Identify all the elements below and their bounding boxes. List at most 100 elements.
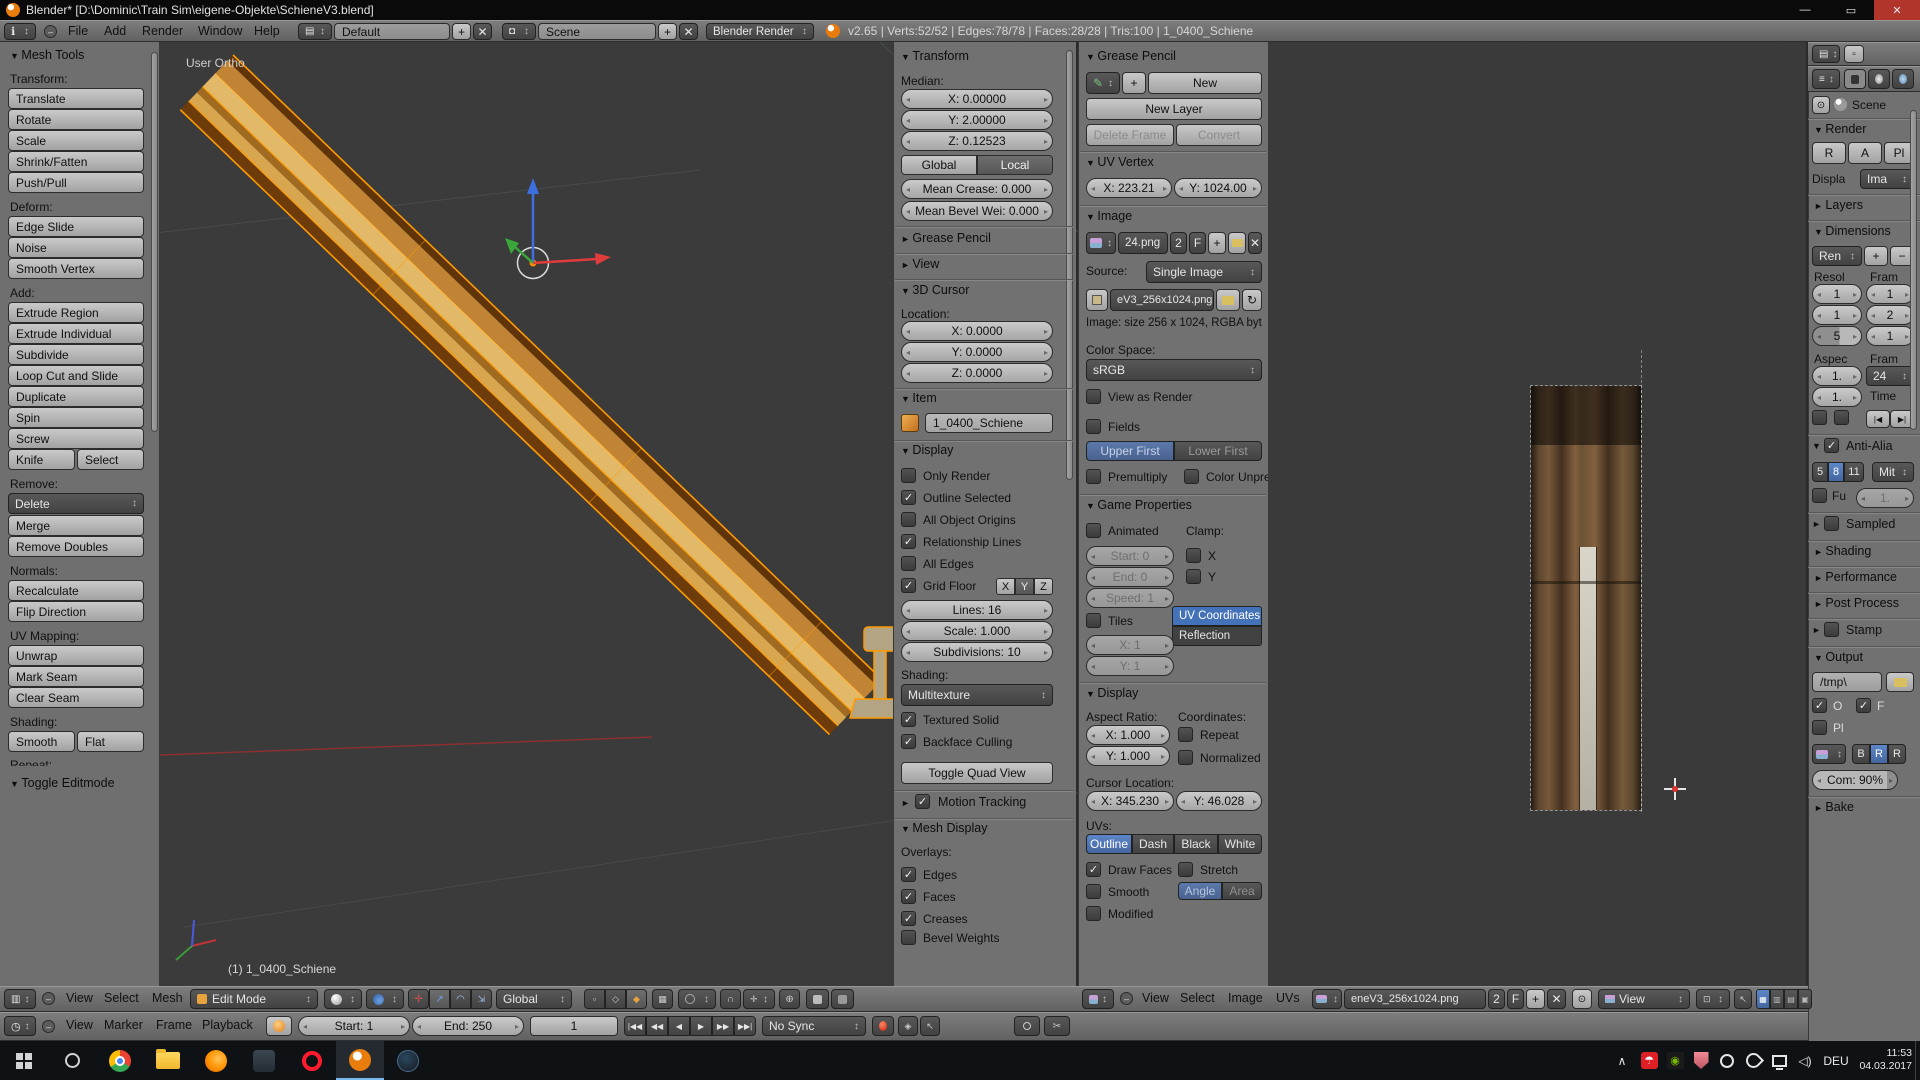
overwrite-checkbox[interactable] [1812, 698, 1827, 713]
color-rgba-toggle[interactable]: R [1888, 744, 1906, 764]
taskbar-explorer[interactable] [144, 1041, 192, 1080]
tool-shelf-title[interactable]: Mesh Tools [10, 48, 84, 62]
taskbar-app-dark[interactable] [240, 1041, 288, 1080]
stamp-arrow[interactable]: ► [1812, 625, 1821, 635]
loop-cut-button[interactable]: Loop Cut and Slide [8, 365, 144, 386]
limit-to-visible-toggle[interactable]: ▦ [652, 989, 673, 1009]
editor-type-button[interactable]: ℹ [4, 23, 36, 40]
grid-subdivisions-field[interactable]: Subdivisions: 10 [901, 642, 1053, 662]
premultiply-checkbox[interactable] [1086, 469, 1101, 484]
stretch-area-toggle[interactable]: Area [1222, 882, 1262, 900]
uv-menu-uvs[interactable]: UVs [1276, 991, 1300, 1005]
outline-selected-checkbox[interactable] [901, 490, 916, 505]
scene-delete-button[interactable]: ✕ [679, 23, 698, 40]
uv-select-island-mode[interactable]: ▣ [1798, 989, 1812, 1009]
cursor2d-x-field[interactable]: X: 345.230 [1086, 791, 1174, 811]
performance-section[interactable]: Performance [1814, 570, 1897, 584]
texture-image[interactable] [1531, 386, 1641, 810]
scale-manipulator-toggle[interactable]: ⇲ [471, 989, 492, 1009]
edge-select-mode[interactable]: ◇ [605, 989, 626, 1009]
viewport-shading-select[interactable] [324, 989, 362, 1009]
aa-samples-11[interactable]: 11 [1844, 462, 1864, 482]
sync-select[interactable]: No Sync [762, 1016, 866, 1036]
gp-delete-frame-button[interactable]: Delete Frame [1086, 124, 1174, 146]
uv-white-toggle[interactable]: White [1218, 834, 1262, 854]
transform-section[interactable]: Transform [901, 49, 969, 63]
scene-field[interactable]: Scene [538, 23, 656, 40]
tray-nvidia[interactable]: ◉ [1662, 1041, 1688, 1080]
local-toggle[interactable]: Local [977, 155, 1053, 175]
sampled-arrow[interactable]: ► [1812, 519, 1821, 529]
creases-checkbox[interactable] [901, 911, 916, 926]
view3d-menu-mesh[interactable]: Mesh [152, 991, 183, 1005]
stamp-label[interactable]: Stamp [1846, 623, 1882, 637]
color-bw-toggle[interactable]: B [1852, 744, 1870, 764]
gp-pencil-dropdown[interactable]: ✎ [1086, 72, 1120, 94]
tray-chevron[interactable]: ∧ [1608, 1041, 1636, 1080]
taskbar-firefox[interactable] [192, 1041, 240, 1080]
extrude-individual-button[interactable]: Extrude Individual [8, 323, 144, 344]
smooth-vertex-button[interactable]: Smooth Vertex [8, 258, 144, 279]
timeline-preview-toggle[interactable] [266, 1016, 292, 1036]
uv-collapse-icon[interactable]: – [1120, 992, 1133, 1005]
median-z-field[interactable]: Z: 0.12523 [901, 131, 1053, 151]
tray-avira[interactable]: ☂ [1636, 1041, 1662, 1080]
cursor-y-field[interactable]: Y: 0.0000 [901, 342, 1053, 362]
uv-select-edge-mode[interactable]: ▥ [1770, 989, 1784, 1009]
aa-filter-select[interactable]: Mit [1872, 462, 1914, 482]
menu-add[interactable]: Add [104, 24, 126, 38]
tab-render[interactable] [1844, 69, 1866, 89]
tray-language[interactable]: DEU [1818, 1041, 1854, 1080]
relationship-lines-checkbox[interactable] [901, 534, 916, 549]
render-engine-select[interactable]: Blender Render [706, 23, 814, 40]
properties-scrollbar[interactable] [1910, 110, 1917, 430]
scene-add-button[interactable]: + [658, 23, 677, 40]
frame-start-field[interactable]: 1 [1866, 284, 1914, 304]
stretch-checkbox[interactable] [1178, 862, 1193, 877]
translate-manipulator-toggle[interactable]: ↗ [429, 989, 450, 1009]
uv-layer-select[interactable]: View [1598, 989, 1690, 1009]
cursor-z-field[interactable]: Z: 0.0000 [901, 363, 1053, 383]
frame-start-field[interactable]: Start: 1 [298, 1016, 410, 1036]
gp-new-button[interactable]: New [1148, 72, 1262, 94]
border-checkbox[interactable] [1812, 410, 1827, 425]
time-old-button[interactable]: |◀ [1866, 410, 1890, 428]
opengl-render-button[interactable] [806, 989, 829, 1009]
all-object-origins-checkbox[interactable] [901, 512, 916, 527]
aa-samples-8[interactable]: 8 [1828, 462, 1844, 482]
orientation-select[interactable]: Global [496, 989, 572, 1009]
tiles-x-field[interactable]: X: 1 [1086, 635, 1174, 655]
tray-volume[interactable]: ◁) [1792, 1041, 1818, 1080]
snap-element-select[interactable]: ✛ [743, 989, 775, 1009]
flip-direction-button[interactable]: Flip Direction [8, 601, 144, 622]
view3d-menu-select[interactable]: Select [104, 991, 139, 1005]
tray-network[interactable] [1766, 1041, 1792, 1080]
gp-section[interactable]: Grease Pencil [1086, 49, 1176, 63]
lower-first-toggle[interactable]: Lower First [1174, 441, 1262, 461]
scene-icon-button[interactable]: ◘ [502, 23, 536, 40]
edge-slide-button[interactable]: Edge Slide [8, 216, 144, 237]
next-keyframe-button[interactable]: ▶▶ [712, 1016, 734, 1036]
uv-black-toggle[interactable]: Black [1174, 834, 1218, 854]
stretch-angle-toggle[interactable]: Angle [1178, 882, 1222, 900]
tray-satellite[interactable] [1740, 1041, 1766, 1080]
res-percent-slider[interactable]: 5 [1812, 326, 1862, 346]
timeline-collapse-icon[interactable]: – [42, 1020, 55, 1033]
frame-step-field[interactable]: 1 [1866, 326, 1914, 346]
uv-outline-toggle[interactable]: Outline [1086, 834, 1132, 854]
uv-sticky-select-button[interactable]: ↖ [1734, 989, 1752, 1009]
outliner-filter-button[interactable]: ▫ [1844, 45, 1864, 63]
anim-speed-field[interactable]: Speed: 1 [1086, 588, 1174, 608]
aspect-y-field[interactable]: Y: 1.000 [1086, 746, 1170, 766]
stamp-checkbox[interactable] [1824, 622, 1839, 637]
uv-vertex-section[interactable]: UV Vertex [1086, 155, 1154, 169]
crop-checkbox[interactable] [1834, 410, 1849, 425]
color-unpre-checkbox[interactable] [1184, 469, 1199, 484]
minimize-button[interactable]: — [1782, 0, 1828, 20]
render-animation-button[interactable]: A [1848, 142, 1882, 164]
view3d-collapse-icon[interactable]: – [42, 992, 55, 1005]
shading-mode-select[interactable]: Multitexture [901, 684, 1053, 706]
record-button[interactable] [872, 1016, 894, 1036]
clamp-x-checkbox[interactable] [1186, 548, 1201, 563]
uv-pin-button[interactable]: ⊙ [1572, 989, 1592, 1009]
